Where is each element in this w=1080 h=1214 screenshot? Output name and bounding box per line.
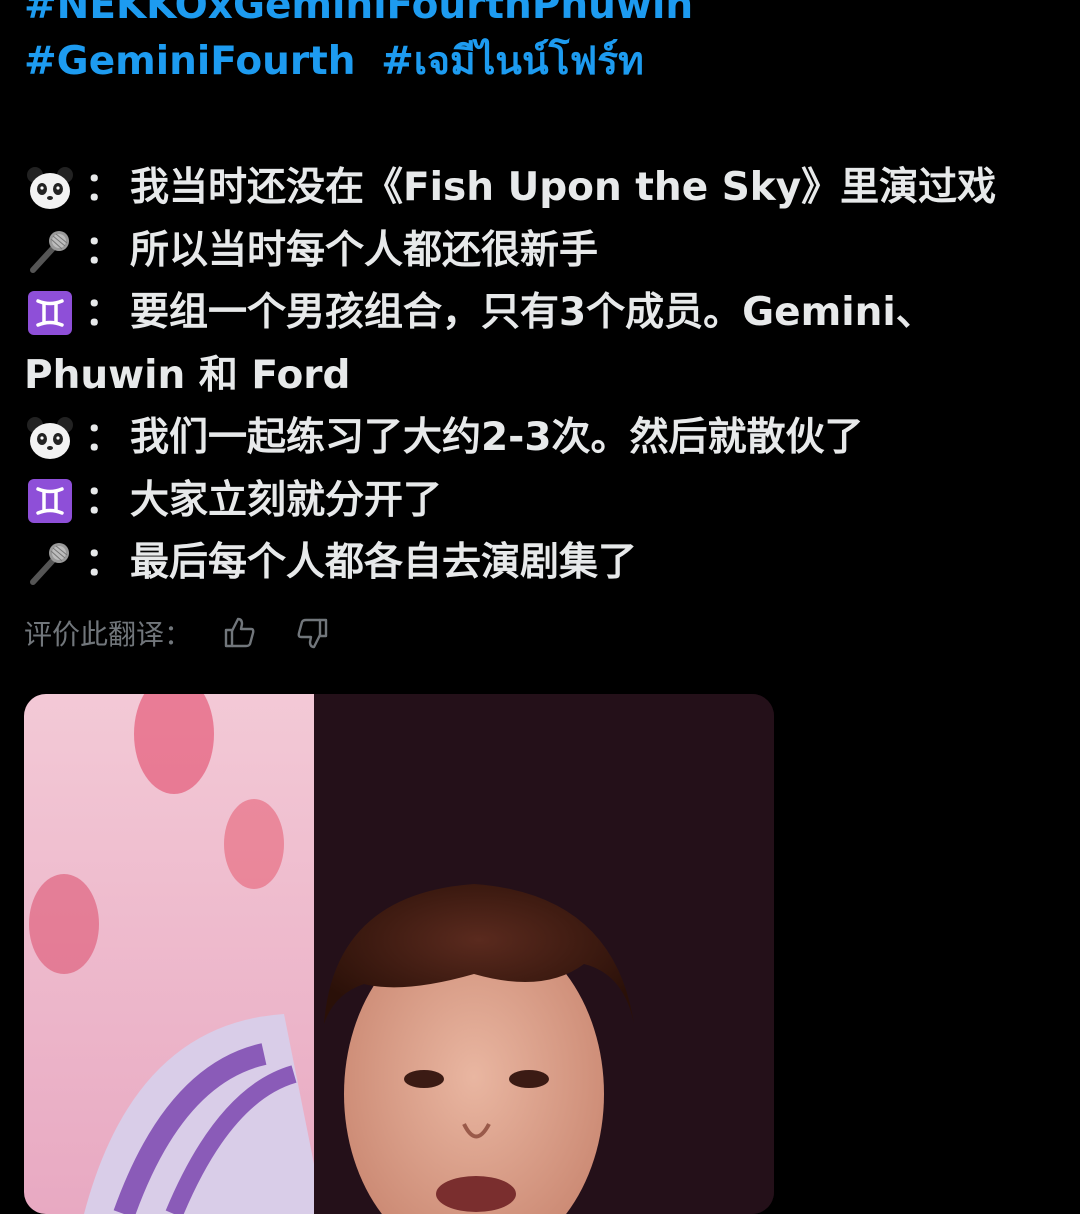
separator: ： [84, 165, 124, 210]
dialogue-line: ： 大家立刻就分开了 [24, 470, 1076, 533]
separator: ： [84, 540, 124, 585]
dialogue-text: 我们一起练习了大约2-3次。然后就散伙了 [130, 415, 864, 460]
video-thumbnail[interactable] [24, 694, 774, 1214]
dialogue-line: ： 要组一个男孩组合，只有3个成员。Gemini、 [24, 282, 1076, 345]
hashtags: #NEKKOxGeminiFourthPhuwin #GeminiFourth … [24, 0, 1076, 90]
dialogue-text: Phuwin 和 Ford [24, 352, 351, 398]
panda-icon [24, 412, 76, 464]
hashtag-line-1: #NEKKOxGeminiFourthPhuwin [24, 0, 1076, 34]
separator: ： [84, 477, 124, 523]
gemini-icon [24, 287, 76, 339]
panda-icon [24, 162, 76, 214]
hashtag-geminifourth[interactable]: #GeminiFourth [24, 39, 356, 84]
separator: ： [84, 227, 124, 273]
microphone-icon [24, 225, 76, 277]
video-frame [24, 694, 774, 1214]
dialogue-text: 大家立刻就分开了 [130, 477, 443, 523]
dialogue-line: ： 我当时还没在《Fish Upon the Sky》里演过戏 [24, 157, 1076, 220]
gemini-icon [24, 475, 76, 527]
dialogue-line: ： 我们一起练习了大约2-3次。然后就散伙了 [24, 407, 1076, 470]
dialogue-text: 我当时还没在《Fish Upon the Sky》里演过戏 [130, 165, 997, 210]
hashtag-nekko[interactable]: #NEKKOxGeminiFourthPhuwin [24, 0, 693, 28]
separator: ： [84, 290, 124, 335]
hashtag-line-2: #GeminiFourth #เจมีไนน์โฟร์ท [24, 34, 1076, 90]
dialogue-line: Phuwin 和 Ford [24, 345, 1076, 408]
dialogue-text: 最后每个人都各自去演剧集了 [130, 540, 638, 585]
dialogue-line: ： 最后每个人都各自去演剧集了 [24, 532, 1076, 595]
hashtag-thai[interactable]: #เจมีไนน์โฟร์ท [381, 39, 644, 84]
dialogue-text: 要组一个男孩组合，只有3个成员。Gemini、 [130, 290, 935, 335]
dialogue-text: 所以当时每个人都还很新手 [130, 227, 599, 273]
translation-rating: 评价此翻译： [24, 610, 364, 656]
microphone-icon [24, 537, 76, 589]
thumbs-up-icon[interactable] [220, 613, 260, 653]
thumbs-down-icon[interactable] [292, 613, 332, 653]
tweet-text: ： 我当时还没在《Fish Upon the Sky》里演过戏 ： 所以当时每个… [24, 157, 1076, 595]
rate-translation-label: 评价此翻译： [24, 618, 193, 651]
dialogue-line: ： 所以当时每个人都还很新手 [24, 220, 1076, 283]
separator: ： [84, 415, 124, 460]
